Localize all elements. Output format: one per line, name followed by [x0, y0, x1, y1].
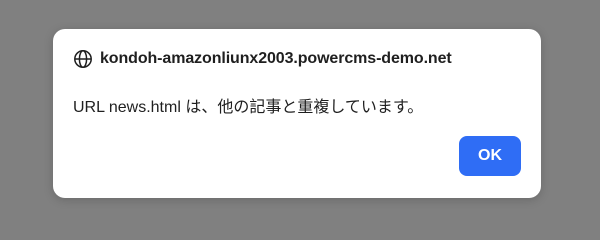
globe-icon	[73, 49, 93, 69]
dialog-origin: kondoh-amazonliunx2003.powercms-demo.net	[100, 50, 452, 67]
dialog-header: kondoh-amazonliunx2003.powercms-demo.net	[73, 49, 452, 69]
alert-dialog: kondoh-amazonliunx2003.powercms-demo.net…	[53, 29, 541, 198]
dialog-message: URL news.html は、他の記事と重複しています。	[73, 99, 424, 116]
ok-button[interactable]: OK	[459, 136, 521, 176]
